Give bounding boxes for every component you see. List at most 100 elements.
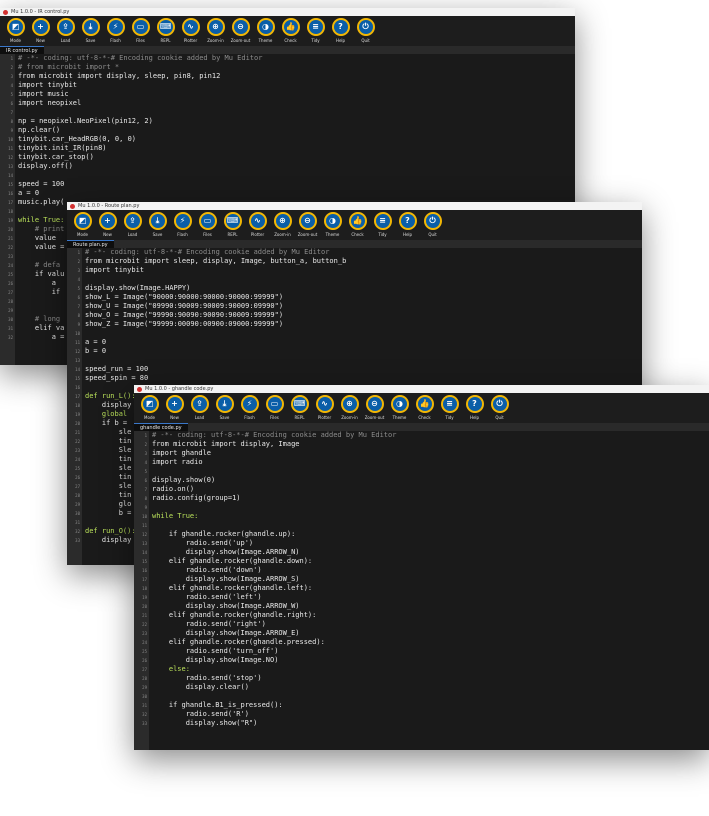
theme-button[interactable]: ◑ Theme [387, 393, 412, 423]
check-button[interactable]: 👍 Check [278, 16, 303, 46]
repl-button[interactable]: ⌨ REPL [220, 210, 245, 240]
code-line: display.show(Image.ARROW_N) [152, 548, 300, 556]
button-label: Check [351, 232, 364, 237]
help-button[interactable]: ? Help [462, 393, 487, 423]
flash-icon: ⚡ [106, 18, 125, 36]
icon-glyph: ⤓ [150, 214, 165, 228]
files-icon: ▭ [198, 212, 217, 230]
flash-button[interactable]: ⚡ Flash [170, 210, 195, 240]
line-number: 21 [8, 236, 13, 241]
help-button[interactable]: ? Help [395, 210, 420, 240]
line-number: 28 [142, 676, 147, 681]
file-tab[interactable]: Route plan.py [67, 240, 114, 248]
zoom-out-button[interactable]: ⊖ Zoom-out [295, 210, 320, 240]
quit-button[interactable]: ⏻ Quit [487, 393, 512, 423]
code-line: radio.send('R') [152, 710, 249, 718]
save-button[interactable]: ⤓ Save [78, 16, 103, 46]
new-button[interactable]: + New [162, 393, 187, 423]
load-button[interactable]: ⇪ Load [187, 393, 212, 423]
tidy-button[interactable]: ≡ Tidy [303, 16, 328, 46]
flash-button[interactable]: ⚡ Flash [103, 16, 128, 46]
files-button[interactable]: ▭ Files [262, 393, 287, 423]
save-button[interactable]: ⤓ Save [212, 393, 237, 423]
check-button[interactable]: 👍 Check [345, 210, 370, 240]
code-editor[interactable]: 1 2 3 4 5 6 7 8 9 10 11 12 13 14 15 16 17 18 19 20 21 22 23 24 2… [134, 431, 709, 750]
icon-glyph: 👍 [417, 397, 432, 411]
code-line: radio.send('stop') [152, 674, 262, 682]
line-number: 11 [142, 523, 147, 528]
button-label: Zoom-out [297, 232, 318, 237]
code-line: # -*- coding: utf-8-*-# Encoding cookie … [152, 431, 397, 439]
mode-button[interactable]: ◩ Mode [70, 210, 95, 240]
code-line: if ghandle.B1_is_pressed(): [152, 701, 283, 709]
line-number: 5 [144, 469, 147, 474]
zoom-in-button[interactable]: ⊕ Zoom-in [203, 16, 228, 46]
help-icon: ? [398, 212, 417, 230]
check-button[interactable]: 👍 Check [412, 393, 437, 423]
file-tab[interactable]: IR control.py [0, 46, 44, 54]
line-number: 14 [142, 550, 147, 555]
quit-button[interactable]: ⏻ Quit [353, 16, 378, 46]
load-button[interactable]: ⇪ Load [120, 210, 145, 240]
theme-button[interactable]: ◑ Theme [253, 16, 278, 46]
tab-bar: Route plan.py [67, 240, 642, 248]
quit-button[interactable]: ⏻ Quit [420, 210, 445, 240]
line-number: 23 [142, 631, 147, 636]
file-tab[interactable]: ghandle code.py [134, 423, 188, 431]
theme-icon: ◑ [256, 18, 275, 36]
tidy-button[interactable]: ≡ Tidy [370, 210, 395, 240]
plotter-button[interactable]: ∿ Plotter [178, 16, 203, 46]
line-number: 10 [142, 514, 147, 519]
code-line: from microbit import display, sleep, pin… [18, 72, 221, 80]
icon-glyph: ≡ [375, 214, 390, 228]
quit-icon: ⏻ [490, 395, 509, 413]
window-title: Mu 1.0.0 - ghandle code.py [145, 386, 214, 392]
icon-glyph: ◑ [392, 397, 407, 411]
icon-glyph: ⊖ [233, 20, 248, 34]
code-line: # from microbit import * [18, 63, 120, 71]
load-button[interactable]: ⇪ Load [53, 16, 78, 46]
repl-icon: ⌨ [156, 18, 175, 36]
button-label: Plotter [183, 38, 198, 43]
theme-button[interactable]: ◑ Theme [320, 210, 345, 240]
tidy-button[interactable]: ≡ Tidy [437, 393, 462, 423]
line-number: 17 [8, 200, 13, 205]
icon-glyph: ⏻ [492, 397, 507, 411]
flash-icon: ⚡ [173, 212, 192, 230]
code-area[interactable]: # -*- coding: utf-8-*-# Encoding cookie … [149, 431, 709, 750]
button-label: Mode [77, 232, 88, 237]
zoom-in-button[interactable]: ⊕ Zoom-in [270, 210, 295, 240]
zoom-in-icon: ⊕ [206, 18, 225, 36]
code-line: import tinybit [85, 266, 145, 274]
icon-glyph: ⚡ [108, 20, 123, 34]
icon-glyph: ⏻ [358, 20, 373, 34]
icon-glyph: ⊖ [367, 397, 382, 411]
mode-button[interactable]: ◩ Mode [3, 16, 28, 46]
line-number: 5 [77, 286, 80, 291]
button-label: Check [284, 38, 297, 43]
plotter-button[interactable]: ∿ Plotter [245, 210, 270, 240]
button-label: REPL [227, 232, 238, 237]
flash-button[interactable]: ⚡ Flash [237, 393, 262, 423]
line-number: 9 [144, 505, 147, 510]
icon-glyph: ∿ [317, 397, 332, 411]
help-button[interactable]: ? Help [328, 16, 353, 46]
repl-button[interactable]: ⌨ REPL [153, 16, 178, 46]
save-icon: ⤓ [215, 395, 234, 413]
repl-button[interactable]: ⌨ REPL [287, 393, 312, 423]
new-button[interactable]: + New [28, 16, 53, 46]
new-button[interactable]: + New [95, 210, 120, 240]
files-button[interactable]: ▭ Files [128, 16, 153, 46]
save-button[interactable]: ⤓ Save [145, 210, 170, 240]
zoom-out-button[interactable]: ⊖ Zoom-out [362, 393, 387, 423]
mode-button[interactable]: ◩ Mode [137, 393, 162, 423]
button-label: Mode [144, 415, 155, 420]
button-label: Files [136, 38, 145, 43]
zoom-in-button[interactable]: ⊕ Zoom-in [337, 393, 362, 423]
zoom-out-button[interactable]: ⊖ Zoom-out [228, 16, 253, 46]
code-line: elif ghandle.rocker(ghandle.down): [152, 557, 313, 565]
button-label: Save [152, 232, 163, 237]
files-button[interactable]: ▭ Files [195, 210, 220, 240]
plotter-button[interactable]: ∿ Plotter [312, 393, 337, 423]
